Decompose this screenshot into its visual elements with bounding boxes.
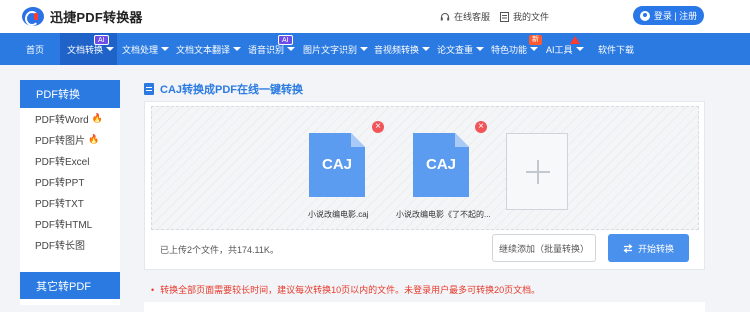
nav-ai-tools[interactable]: AI工具 <box>546 33 584 65</box>
nav-doc-process[interactable]: 文档处理 <box>122 33 170 65</box>
login-register-button[interactable]: 登录 | 注册 <box>633 6 704 25</box>
nav-image-ocr-label: 图片文字识别 <box>303 44 358 55</box>
headset-icon <box>440 12 450 20</box>
file-icon <box>500 11 509 22</box>
sidebar-item-label: PDF转Excel <box>35 157 90 168</box>
sidebar: PDF转换 PDF转Word 🔥 PDF转图片 🔥 PDF转Excel PDF转PP… <box>20 80 120 305</box>
online-service-label: 在线客服 <box>454 12 491 22</box>
nav-plagiarism-label: 论文查重 <box>437 44 474 55</box>
hot-marker-icon <box>570 36 580 44</box>
logo-text: 迅捷PDF转换器 <box>50 10 143 25</box>
nav-image-ocr[interactable]: 图片文字识别 <box>303 33 369 65</box>
remove-file-icon[interactable]: × <box>372 121 384 133</box>
sidebar-item-pdf-to-html[interactable]: PDF转HTML <box>20 213 120 234</box>
chevron-down-icon <box>287 47 296 51</box>
file-drop-zone[interactable]: CAJ × 小说改编电影.caj CAJ × 小说改编电影《了不起的... <box>151 106 699 230</box>
nav-av-convert-label: 音视频转换 <box>374 44 420 55</box>
nav-plagiarism-check[interactable]: 论文查重 <box>437 33 485 65</box>
sidebar-item-label: PDF转Word <box>35 115 89 126</box>
sidebar-item-label: PDF转图片 <box>35 136 85 147</box>
conversion-note: 转换全部页面需要较长时间，建议每次转换10页以内的文件。未登录用户最多可转换20… <box>151 283 540 296</box>
start-convert-button[interactable]: 开始转换 <box>608 234 689 262</box>
new-badge: 新 <box>529 35 542 45</box>
nav-ai-tools-label: AI工具 <box>546 44 573 55</box>
online-service-link[interactable]: 在线客服 <box>440 10 490 23</box>
nav-doc-convert[interactable]: 文档转换 AI <box>60 33 117 65</box>
add-more-button[interactable]: 继续添加（批量转换） <box>492 234 596 262</box>
my-files-link[interactable]: 我的文件 <box>500 10 549 23</box>
chevron-down-icon <box>575 47 584 51</box>
file-type-label: CAJ <box>425 156 456 173</box>
sidebar-item-label: PDF转PPT <box>35 178 85 189</box>
sidebar-heading-other-to-pdf[interactable]: 其它转PDF <box>20 272 120 299</box>
nav-home[interactable]: 首页 <box>26 33 44 65</box>
upload-card: CAJ × 小说改编电影.caj CAJ × 小说改编电影《了不起的... 已上… <box>144 101 705 270</box>
page-title: CAJ转换成PDF在线一键转换 <box>160 84 304 96</box>
convert-icon <box>623 243 633 253</box>
chevron-down-icon <box>106 47 115 51</box>
sidebar-item-pdf-to-ppt[interactable]: PDF转PPT <box>20 171 120 192</box>
logo-mark-icon <box>22 7 44 26</box>
sidebar-item-pdf-to-image[interactable]: PDF转图片 🔥 <box>20 129 120 150</box>
document-icon <box>144 83 154 95</box>
sidebar-item-pdf-to-word[interactable]: PDF转Word 🔥 <box>20 108 120 129</box>
file-name: 小说改编电影.caj <box>308 210 369 219</box>
my-files-label: 我的文件 <box>513 12 550 22</box>
bottom-panel <box>144 302 705 312</box>
ai-badge: AI <box>94 35 109 45</box>
nav-speech-recognition[interactable]: 语音识别 AI <box>248 33 296 65</box>
top-header: 迅捷PDF转换器 在线客服 我的文件 登录 | 注册 <box>0 0 750 33</box>
sidebar-item-pdf-to-txt[interactable]: PDF转TXT <box>20 192 120 213</box>
nav-download-label: 软件下载 <box>598 44 635 55</box>
nav-software-download[interactable]: 软件下载 <box>598 33 634 65</box>
fire-icon: 🔥 <box>88 134 100 144</box>
nav-av-convert[interactable]: 音视频转换 <box>374 33 431 65</box>
upload-summary: 已上传2个文件，共174.11K。 <box>160 245 279 255</box>
nav-features-label: 特色功能 <box>491 44 528 55</box>
chevron-down-icon <box>233 47 242 51</box>
nav-doc-process-label: 文档处理 <box>122 44 159 55</box>
main-nav: 首页 文档转换 AI 文档处理 文档文本翻译 语音识别 AI 图片文字识别 音视… <box>0 33 750 65</box>
chevron-down-icon <box>530 47 539 51</box>
sidebar-item-label: PDF转长图 <box>35 241 85 252</box>
login-register-label: 登录 | 注册 <box>653 11 698 21</box>
remove-file-icon[interactable]: × <box>475 121 487 133</box>
add-file-button[interactable] <box>506 133 568 210</box>
user-icon <box>639 10 650 21</box>
ai-badge: AI <box>278 35 293 45</box>
page-title-row: CAJ转换成PDF在线一键转换 <box>144 81 303 97</box>
chevron-down-icon <box>360 47 369 51</box>
sidebar-item-label: PDF转HTML <box>35 220 93 231</box>
logo[interactable]: 迅捷PDF转换器 <box>22 7 143 26</box>
start-convert-label: 开始转换 <box>637 243 674 254</box>
nav-doc-translate-label: 文档文本翻译 <box>176 44 231 55</box>
chevron-down-icon <box>161 47 170 51</box>
sidebar-heading-pdf-convert: PDF转换 <box>20 80 120 108</box>
file-type-label: CAJ <box>321 156 352 173</box>
chevron-down-icon <box>422 47 431 51</box>
file-name: 小说改编电影《了不起的... <box>396 210 491 219</box>
chevron-down-icon <box>476 47 485 51</box>
sidebar-item-pdf-to-excel[interactable]: PDF转Excel <box>20 150 120 171</box>
nav-features[interactable]: 特色功能 新 <box>491 33 542 65</box>
fire-icon: 🔥 <box>91 113 103 123</box>
nav-doc-translate[interactable]: 文档文本翻译 <box>176 33 242 65</box>
sidebar-item-label: PDF转TXT <box>35 199 84 210</box>
nav-home-label: 首页 <box>26 44 45 55</box>
sidebar-item-pdf-to-long-image[interactable]: PDF转长图 <box>20 234 120 255</box>
